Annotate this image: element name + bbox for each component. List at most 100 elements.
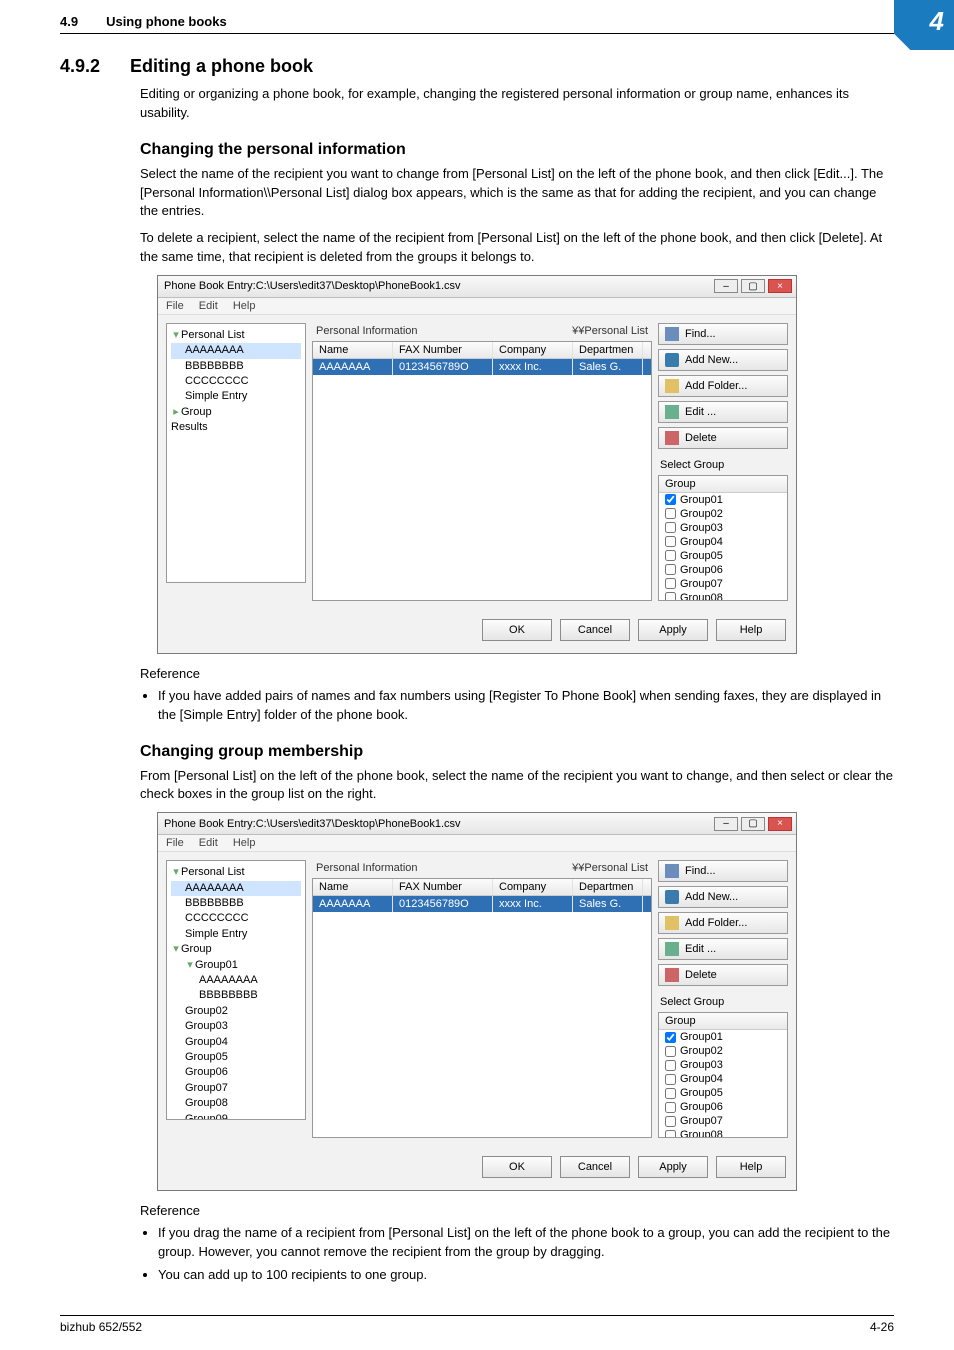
group-item[interactable]: Group07: [659, 577, 787, 591]
group-checkbox[interactable]: [665, 522, 676, 533]
menu-file[interactable]: File: [166, 300, 184, 312]
ok-button[interactable]: OK: [482, 619, 552, 641]
tree-item[interactable]: BBBBBBBB: [199, 989, 258, 1001]
delete-button[interactable]: Delete: [658, 964, 788, 986]
add-folder-button[interactable]: Add Folder...: [658, 375, 788, 397]
group-checkbox[interactable]: [665, 1074, 676, 1085]
group-checkbox[interactable]: [665, 1102, 676, 1113]
table-row[interactable]: AAAAAAA 0123456789O xxxx Inc. Sales G.: [313, 359, 651, 375]
menu-edit[interactable]: Edit: [199, 837, 218, 849]
group-item[interactable]: Group01: [659, 493, 787, 507]
group-checkbox[interactable]: [665, 536, 676, 547]
table-row[interactable]: AAAAAAA 0123456789O xxxx Inc. Sales G.: [313, 896, 651, 912]
tree-group-item[interactable]: Group09: [185, 1113, 228, 1121]
tree-item[interactable]: BBBBBBBB: [185, 897, 244, 909]
edit-button[interactable]: Edit ...: [658, 938, 788, 960]
group-checkbox[interactable]: [665, 494, 676, 505]
group-checkbox[interactable]: [665, 592, 676, 601]
tree-group[interactable]: Group: [181, 406, 212, 418]
tree-personal-list[interactable]: Personal List: [181, 866, 245, 878]
add-new-button[interactable]: Add New...: [658, 349, 788, 371]
col-department[interactable]: Departmen: [573, 879, 643, 895]
menu-help[interactable]: Help: [233, 300, 256, 312]
tree-panel[interactable]: ▾Personal List AAAAAAAA BBBBBBBB CCCCCCC…: [166, 323, 306, 583]
group-checkbox[interactable]: [665, 1130, 676, 1139]
group-checkbox[interactable]: [665, 564, 676, 575]
group-item[interactable]: Group08: [659, 591, 787, 601]
window-minimize-button[interactable]: –: [714, 279, 738, 293]
tree-group-item[interactable]: Group04: [185, 1036, 228, 1048]
group-item[interactable]: Group03: [659, 521, 787, 535]
group-checkbox[interactable]: [665, 550, 676, 561]
group-checkbox[interactable]: [665, 1060, 676, 1071]
group-item[interactable]: Group07: [659, 1114, 787, 1128]
col-name[interactable]: Name: [313, 879, 393, 895]
menu-edit[interactable]: Edit: [199, 300, 218, 312]
group-checkbox[interactable]: [665, 1088, 676, 1099]
group-item[interactable]: Group01: [659, 1030, 787, 1044]
group-checkbox[interactable]: [665, 1046, 676, 1057]
select-group-box[interactable]: Group Group01 Group02 Group03 Group04 Gr…: [658, 1012, 788, 1138]
tree-group-item[interactable]: Group03: [185, 1020, 228, 1032]
col-company[interactable]: Company: [493, 879, 573, 895]
delete-button[interactable]: Delete: [658, 427, 788, 449]
group-item[interactable]: Group05: [659, 549, 787, 563]
apply-button[interactable]: Apply: [638, 619, 708, 641]
recipient-table[interactable]: Name FAX Number Company Departmen AAAAAA…: [312, 878, 652, 1138]
group-item[interactable]: Group05: [659, 1086, 787, 1100]
tree-group-item[interactable]: Group08: [185, 1097, 228, 1109]
tree-panel[interactable]: ▾Personal List AAAAAAAA BBBBBBBB CCCCCCC…: [166, 860, 306, 1120]
select-group-box[interactable]: Group Group01 Group02 Group03 Group04 Gr…: [658, 475, 788, 601]
group-item[interactable]: Group06: [659, 563, 787, 577]
group-item[interactable]: Group03: [659, 1058, 787, 1072]
add-new-button[interactable]: Add New...: [658, 886, 788, 908]
tree-group-item[interactable]: Group01: [195, 959, 238, 971]
tree-item[interactable]: Simple Entry: [185, 928, 247, 940]
group-item[interactable]: Group02: [659, 1044, 787, 1058]
cancel-button[interactable]: Cancel: [560, 619, 630, 641]
col-fax[interactable]: FAX Number: [393, 879, 493, 895]
window-maximize-button[interactable]: ▢: [741, 817, 765, 831]
ok-button[interactable]: OK: [482, 1156, 552, 1178]
group-item[interactable]: Group04: [659, 535, 787, 549]
window-close-button[interactable]: ×: [768, 817, 792, 831]
find-button[interactable]: Find...: [658, 323, 788, 345]
tree-results[interactable]: Results: [171, 421, 208, 433]
menu-file[interactable]: File: [166, 837, 184, 849]
window-close-button[interactable]: ×: [768, 279, 792, 293]
group-checkbox[interactable]: [665, 1032, 676, 1043]
group-item[interactable]: Group08: [659, 1128, 787, 1138]
menu-help[interactable]: Help: [233, 837, 256, 849]
window-maximize-button[interactable]: ▢: [741, 279, 765, 293]
group-checkbox[interactable]: [665, 1116, 676, 1127]
col-fax[interactable]: FAX Number: [393, 342, 493, 358]
tree-item[interactable]: AAAAAAAA: [185, 882, 244, 894]
edit-button[interactable]: Edit ...: [658, 401, 788, 423]
tree-group-item[interactable]: Group02: [185, 1005, 228, 1017]
tree-group-item[interactable]: Group06: [185, 1066, 228, 1078]
group-item[interactable]: Group02: [659, 507, 787, 521]
col-department[interactable]: Departmen: [573, 342, 643, 358]
tree-item[interactable]: CCCCCCCC: [185, 912, 249, 924]
add-folder-button[interactable]: Add Folder...: [658, 912, 788, 934]
help-button[interactable]: Help: [716, 1156, 786, 1178]
find-button[interactable]: Find...: [658, 860, 788, 882]
tree-item[interactable]: CCCCCCCC: [185, 375, 249, 387]
group-item[interactable]: Group06: [659, 1100, 787, 1114]
group-checkbox[interactable]: [665, 578, 676, 589]
group-item[interactable]: Group04: [659, 1072, 787, 1086]
col-company[interactable]: Company: [493, 342, 573, 358]
recipient-table[interactable]: Name FAX Number Company Departmen AAAAAA…: [312, 341, 652, 601]
tree-item[interactable]: BBBBBBBB: [185, 360, 244, 372]
tree-item[interactable]: AAAAAAAA: [199, 974, 258, 986]
tree-item[interactable]: AAAAAAAA: [185, 344, 244, 356]
window-minimize-button[interactable]: –: [714, 817, 738, 831]
cancel-button[interactable]: Cancel: [560, 1156, 630, 1178]
group-checkbox[interactable]: [665, 508, 676, 519]
tree-group[interactable]: Group: [181, 943, 212, 955]
help-button[interactable]: Help: [716, 619, 786, 641]
apply-button[interactable]: Apply: [638, 1156, 708, 1178]
tree-group-item[interactable]: Group05: [185, 1051, 228, 1063]
tree-item[interactable]: Simple Entry: [185, 390, 247, 402]
tree-group-item[interactable]: Group07: [185, 1082, 228, 1094]
